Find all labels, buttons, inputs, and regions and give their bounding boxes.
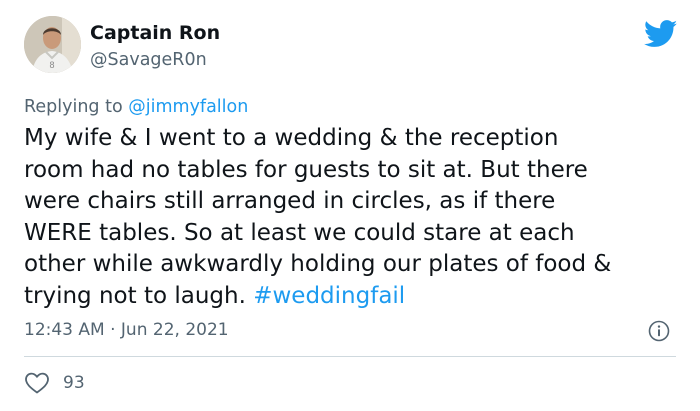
- like-action[interactable]: 93: [24, 371, 85, 395]
- tweet-text-line: WERE tables. So at least we could stare …: [24, 219, 575, 246]
- heart-icon[interactable]: [24, 371, 50, 395]
- hashtag-link[interactable]: #weddingfail: [253, 283, 405, 309]
- avatar-jersey-number: 8: [49, 60, 54, 70]
- author-handle[interactable]: @SavageR0n: [90, 50, 207, 70]
- author-display-name[interactable]: Captain Ron: [90, 22, 220, 44]
- tweet-text-last-line: trying not to laugh. #weddingfail: [24, 281, 611, 313]
- twitter-bird-icon[interactable]: [644, 20, 678, 48]
- tweet-text-line: room had no tables for guests to sit at.…: [24, 156, 588, 183]
- tweet-timestamp[interactable]: 12:43 AM · Jun 22, 2021: [24, 320, 229, 340]
- timestamp-separator: ·: [110, 320, 116, 340]
- tweet-text-line: other while awkwardly holding our plates…: [24, 251, 612, 277]
- tweet-text-line: were chairs still arranged in circles, a…: [24, 188, 556, 214]
- like-count: 93: [63, 373, 85, 393]
- reply-prefix: Replying to: [24, 97, 123, 117]
- info-icon[interactable]: [648, 320, 670, 342]
- divider: [24, 356, 676, 357]
- tweet-text-line: My wife & I went to a wedding & the rece…: [24, 125, 559, 151]
- reply-mention-link[interactable]: @jimmyfallon: [128, 97, 248, 117]
- avatar-image: 8: [24, 16, 81, 73]
- avatar[interactable]: 8: [24, 16, 81, 73]
- tweet-text-line-end: trying not to laugh.: [24, 282, 246, 309]
- tweet-text: My wife & I went to a wedding & the rece…: [24, 123, 611, 312]
- reply-context: Replying to @jimmyfallon: [24, 97, 248, 117]
- tweet-date: Jun 22, 2021: [120, 320, 229, 340]
- tweet-time: 12:43 AM: [24, 320, 105, 340]
